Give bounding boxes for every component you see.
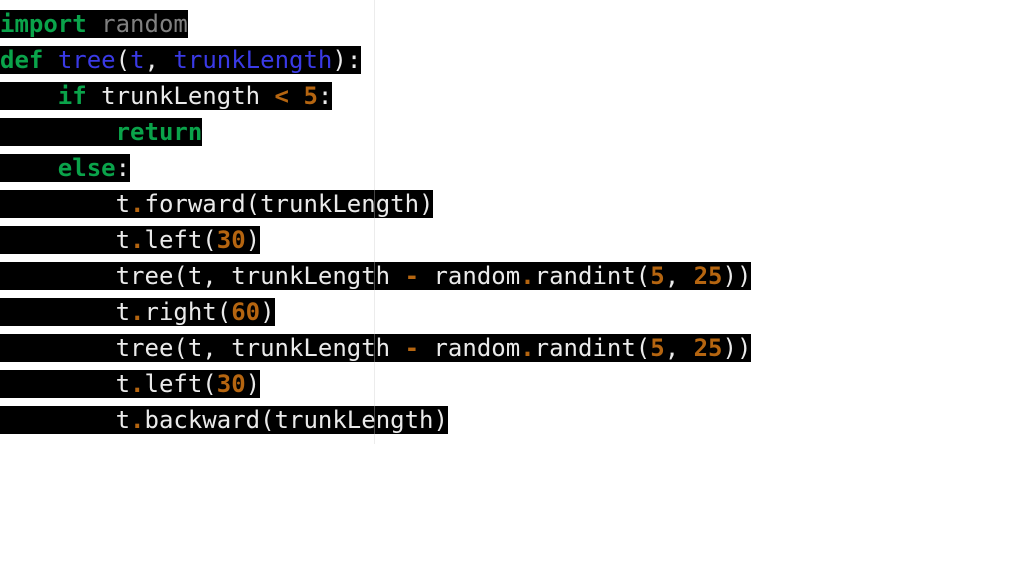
code-token: . xyxy=(520,334,534,362)
code-token: right( xyxy=(145,298,232,326)
code-line: return xyxy=(0,114,751,150)
code-token: t xyxy=(0,406,130,434)
code-token: ): xyxy=(332,46,361,74)
code-token xyxy=(0,82,58,110)
code-token: . xyxy=(130,370,144,398)
code-token: . xyxy=(130,406,144,434)
code-token xyxy=(0,118,116,146)
code-token: , xyxy=(665,262,694,290)
code-lines: import randomdef tree(t, trunkLength): i… xyxy=(0,0,751,444)
code-token: if xyxy=(58,82,87,110)
code-token: trunkLength xyxy=(173,46,332,74)
code-token: - xyxy=(405,262,419,290)
code-token: : xyxy=(318,82,332,110)
code-token: tree(t, trunkLength xyxy=(0,262,405,290)
code-token: )) xyxy=(723,262,752,290)
code-token: else xyxy=(58,154,116,182)
code-token: ) xyxy=(260,298,274,326)
code-token: import xyxy=(0,10,87,38)
code-token: random xyxy=(101,10,188,38)
code-block: import randomdef tree(t, trunkLength): i… xyxy=(0,0,751,444)
code-token xyxy=(0,154,58,182)
code-token: t xyxy=(0,370,130,398)
code-line: t.left(30) xyxy=(0,222,751,258)
code-token: ( xyxy=(116,46,130,74)
code-token: backward(trunkLength) xyxy=(145,406,448,434)
code-token: . xyxy=(130,298,144,326)
code-token: 25 xyxy=(694,334,723,362)
code-token: . xyxy=(130,190,144,218)
code-line: else: xyxy=(0,150,751,186)
code-token: 5 xyxy=(650,262,664,290)
code-token: random xyxy=(419,334,520,362)
code-token: )) xyxy=(723,334,752,362)
code-token: 5 xyxy=(303,82,317,110)
code-token: t xyxy=(0,226,130,254)
code-line: t.forward(trunkLength) xyxy=(0,186,751,222)
code-token: randint( xyxy=(535,262,651,290)
code-line: def tree(t, trunkLength): xyxy=(0,42,751,78)
code-token: forward(trunkLength) xyxy=(145,190,434,218)
code-token: . xyxy=(520,262,534,290)
code-token: 30 xyxy=(217,226,246,254)
code-token: 60 xyxy=(231,298,260,326)
code-token: tree xyxy=(58,46,116,74)
code-token xyxy=(87,10,101,38)
code-token: , xyxy=(665,334,694,362)
code-token: - xyxy=(405,334,419,362)
code-token: ) xyxy=(246,370,260,398)
code-token: def xyxy=(0,46,43,74)
code-token: t xyxy=(0,298,130,326)
code-token xyxy=(43,46,57,74)
code-token: tree(t, trunkLength xyxy=(0,334,405,362)
code-token xyxy=(289,82,303,110)
code-token: , xyxy=(145,46,174,74)
code-line: t.right(60) xyxy=(0,294,751,330)
code-token: : xyxy=(116,154,130,182)
code-token: 5 xyxy=(650,334,664,362)
code-token: 30 xyxy=(217,370,246,398)
code-token: 25 xyxy=(694,262,723,290)
code-token: t xyxy=(0,190,130,218)
code-token: return xyxy=(116,118,203,146)
code-token: left( xyxy=(145,370,217,398)
code-token: random xyxy=(419,262,520,290)
code-line: if trunkLength < 5: xyxy=(0,78,751,114)
code-token: ) xyxy=(246,226,260,254)
code-token: trunkLength xyxy=(87,82,275,110)
code-token: randint( xyxy=(535,334,651,362)
code-line: tree(t, trunkLength - random.randint(5, … xyxy=(0,258,751,294)
code-line: t.left(30) xyxy=(0,366,751,402)
code-line: import random xyxy=(0,6,751,42)
code-line: tree(t, trunkLength - random.randint(5, … xyxy=(0,330,751,366)
code-token: . xyxy=(130,226,144,254)
code-token: t xyxy=(130,46,144,74)
code-token: left( xyxy=(145,226,217,254)
code-line: t.backward(trunkLength) xyxy=(0,402,751,438)
code-token: < xyxy=(275,82,289,110)
